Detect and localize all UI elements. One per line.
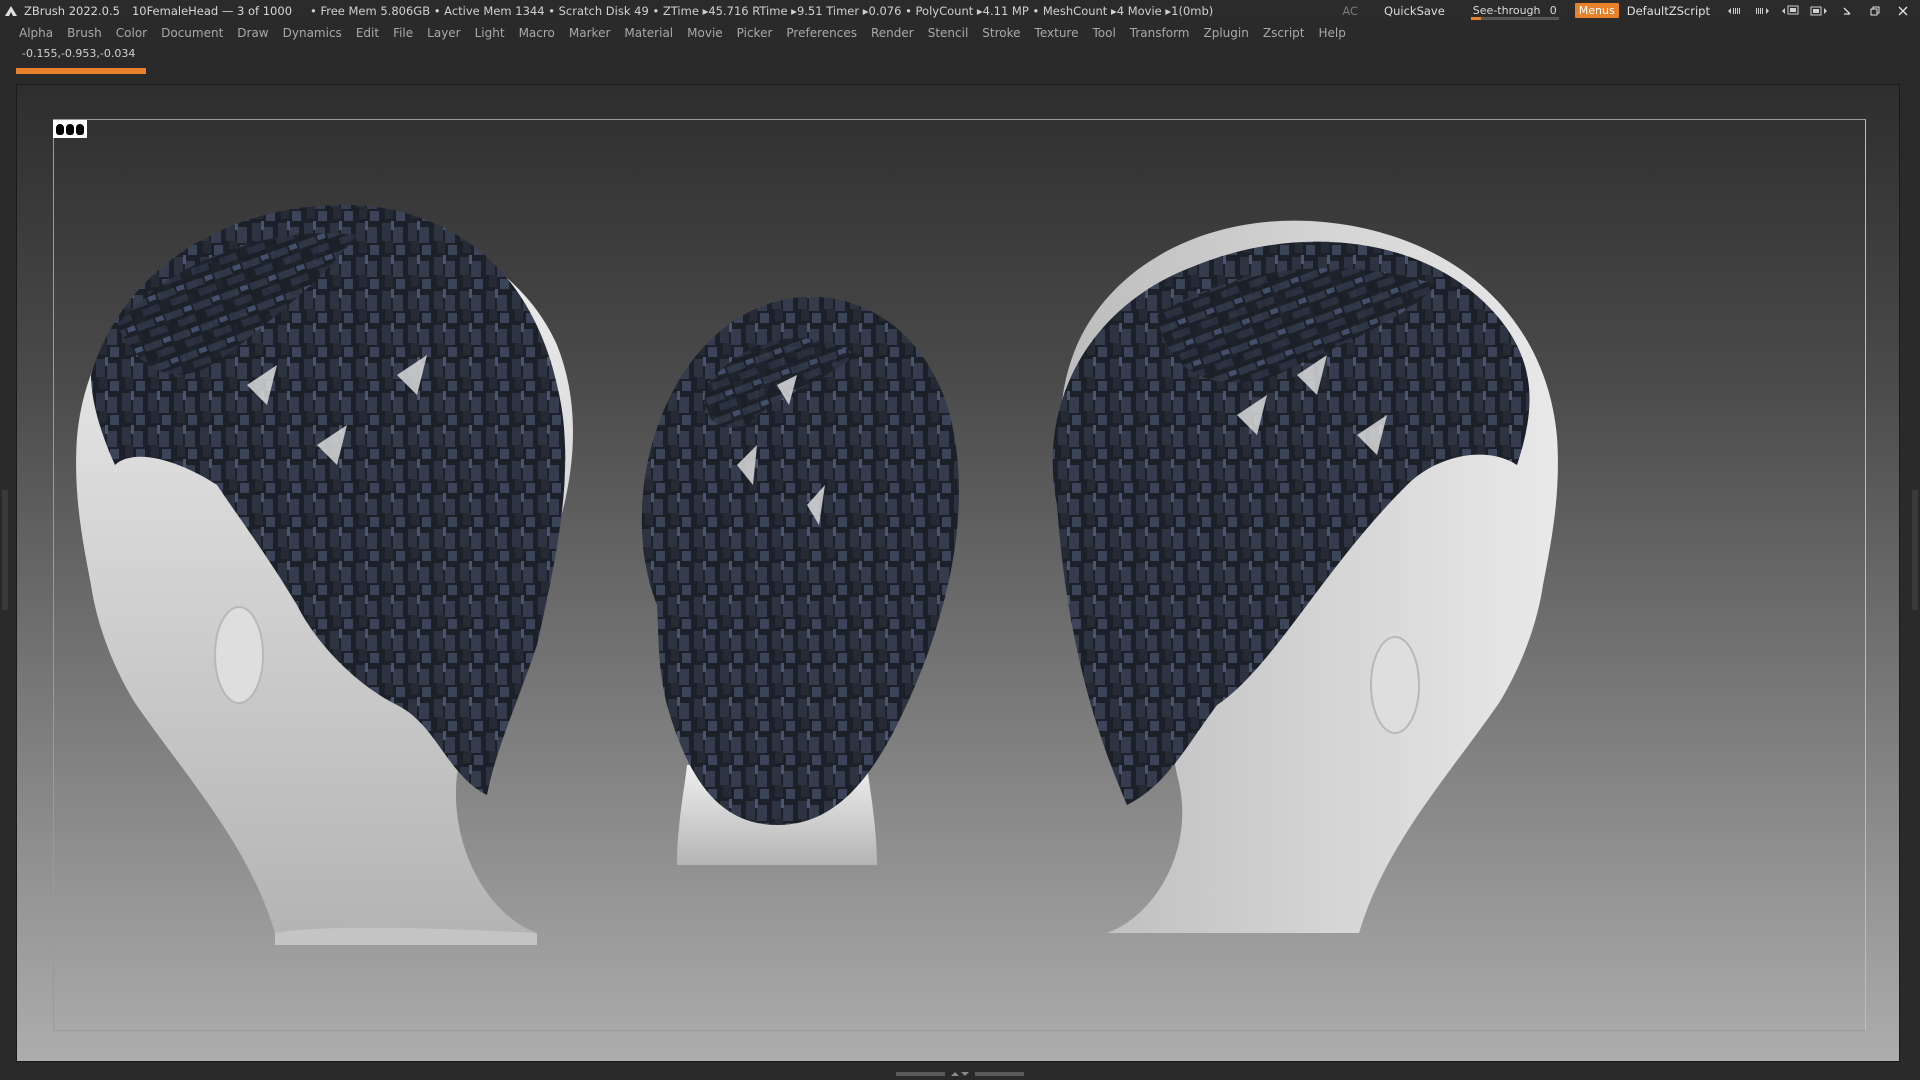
- menu-item-zscript[interactable]: Zscript: [1256, 26, 1312, 40]
- menu-item-file[interactable]: File: [386, 26, 420, 40]
- menu-item-document[interactable]: Document: [154, 26, 230, 40]
- quicksave-button[interactable]: QuickSave: [1384, 4, 1445, 18]
- window-restore-icon[interactable]: [1780, 3, 1802, 19]
- head-back-view: [641, 296, 959, 865]
- close-icon[interactable]: [1892, 3, 1914, 19]
- see-through-track[interactable]: [1470, 17, 1559, 20]
- store-icon[interactable]: [1724, 3, 1746, 19]
- memory-stats: • Free Mem 5.806GB • Active Mem 1344 • S…: [310, 3, 1214, 18]
- menu-item-zplugin[interactable]: Zplugin: [1197, 26, 1256, 40]
- menu-item-picker[interactable]: Picker: [730, 26, 780, 40]
- app-version: ZBrush 2022.0.5: [24, 3, 120, 18]
- menu-item-edit[interactable]: Edit: [349, 26, 386, 40]
- menu-item-dynamics[interactable]: Dynamics: [276, 26, 349, 40]
- progress-bar: [16, 68, 146, 74]
- menu-item-movie[interactable]: Movie: [680, 26, 730, 40]
- see-through-slider[interactable]: See-through 0: [1467, 4, 1563, 20]
- zbrush-logo-icon[interactable]: [2, 2, 20, 20]
- menu-item-macro[interactable]: Macro: [512, 26, 562, 40]
- default-zscript-button[interactable]: DefaultZScript: [1627, 4, 1710, 18]
- menu-item-tool[interactable]: Tool: [1085, 26, 1122, 40]
- layout-icon[interactable]: [1752, 3, 1774, 19]
- menu-item-light[interactable]: Light: [468, 26, 512, 40]
- menu-item-brush[interactable]: Brush: [60, 26, 109, 40]
- progress-fill: [16, 68, 146, 74]
- main-menu-bar: Alpha Brush Color Document Draw Dynamics Edit F…: [0, 21, 1920, 45]
- document-name: 10FemaleHead — 3 of 1000: [131, 3, 293, 18]
- bottom-tray-bar-left: [896, 1072, 945, 1076]
- expand-arrows-icon[interactable]: [949, 1070, 971, 1078]
- see-through-label: See-through: [1472, 4, 1541, 17]
- head-right-side-view: [1052, 220, 1558, 933]
- menu-item-texture[interactable]: Texture: [1028, 26, 1086, 40]
- menu-item-preferences[interactable]: Preferences: [779, 26, 864, 40]
- menu-item-render[interactable]: Render: [864, 26, 921, 40]
- menu-item-stencil[interactable]: Stencil: [921, 26, 976, 40]
- menu-item-help[interactable]: Help: [1312, 26, 1353, 40]
- info-row: -0.155,-0.953,-0.034: [0, 45, 1920, 79]
- see-through-value: 0: [1549, 4, 1557, 17]
- maximize-icon[interactable]: [1864, 3, 1886, 19]
- menu-item-material[interactable]: Material: [617, 26, 680, 40]
- bottom-tray-bar-right: [975, 1072, 1024, 1076]
- minimize-icon[interactable]: [1836, 3, 1858, 19]
- menu-item-layer[interactable]: Layer: [420, 26, 467, 40]
- head-renders[interactable]: [17, 85, 1901, 1063]
- right-tray-handle[interactable]: [1912, 490, 1918, 610]
- menu-item-stroke[interactable]: Stroke: [975, 26, 1027, 40]
- swap-window-icon[interactable]: [1808, 3, 1830, 19]
- title-bar: ZBrush 2022.0.5 10FemaleHead — 3 of 1000…: [0, 0, 1920, 21]
- menus-button[interactable]: Menus: [1574, 3, 1619, 18]
- menu-item-color[interactable]: Color: [109, 26, 154, 40]
- menu-item-marker[interactable]: Marker: [562, 26, 617, 40]
- head-left-side-view: [76, 204, 573, 945]
- see-through-fill: [1470, 17, 1482, 20]
- menu-item-transform[interactable]: Transform: [1123, 26, 1197, 40]
- document-canvas[interactable]: [16, 84, 1900, 1062]
- left-tray-handle[interactable]: [2, 490, 8, 610]
- menu-item-alpha[interactable]: Alpha: [12, 26, 60, 40]
- cursor-coordinates: -0.155,-0.953,-0.034: [22, 47, 136, 60]
- bottom-tray-handle[interactable]: [896, 1070, 1024, 1078]
- ac-toggle[interactable]: AC: [1342, 4, 1358, 18]
- menu-item-draw[interactable]: Draw: [230, 26, 275, 40]
